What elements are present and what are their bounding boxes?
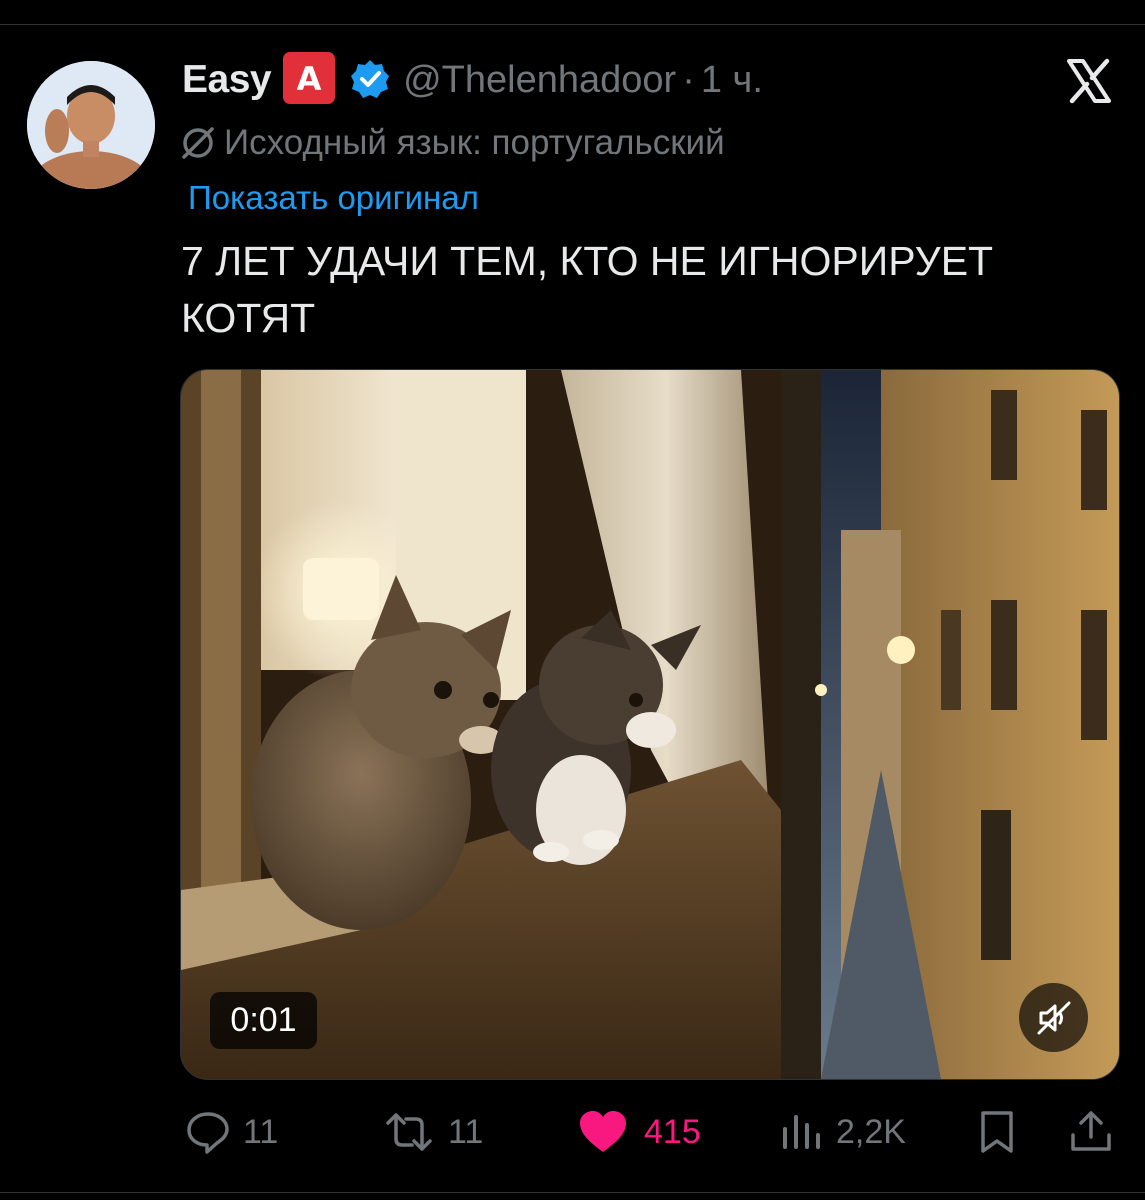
x-logo-icon[interactable] xyxy=(1065,57,1113,105)
tweet-header: Easy A @Thelenhadoor · 1 ч. xyxy=(182,52,763,105)
show-original-link[interactable]: Показать оригинал xyxy=(188,179,479,217)
like-count: 415 xyxy=(644,1112,701,1151)
author-name[interactable]: Easy xyxy=(182,58,272,102)
mute-icon xyxy=(1037,1001,1070,1034)
tweet-text: 7 ЛЕТ УДАЧИ ТЕМ, КТО НЕ ИГНОРИРУЕТ КОТЯТ xyxy=(181,238,994,341)
svg-text:A: A xyxy=(297,60,322,96)
author-handle[interactable]: @Thelenhadoor xyxy=(403,59,676,102)
verified-icon xyxy=(351,60,390,98)
separator-dot: · xyxy=(682,58,695,101)
repost-count: 11 xyxy=(448,1112,484,1151)
reply-count: 11 xyxy=(243,1112,279,1151)
bottom-divider xyxy=(0,1192,1145,1193)
avatar[interactable] xyxy=(27,61,155,189)
action-bar: 11 11 415 2,2K xyxy=(0,1100,1145,1164)
reply-button[interactable]: 11 xyxy=(185,1100,278,1164)
translate-icon xyxy=(182,127,214,159)
bookmark-button[interactable] xyxy=(975,1100,1019,1164)
timestamp[interactable]: 1 ч. xyxy=(701,59,763,102)
video-player[interactable]: 0:01 xyxy=(180,369,1120,1080)
reply-icon xyxy=(187,1112,229,1154)
translation-text: Исходный язык: португальский xyxy=(224,123,725,162)
mute-button[interactable] xyxy=(1019,983,1088,1052)
heart-icon xyxy=(580,1111,626,1152)
translation-note: Исходный язык: португальский xyxy=(180,123,725,163)
video-thumbnail xyxy=(181,370,1119,1079)
emoji-badge-a: A xyxy=(283,52,336,104)
views-button[interactable]: 2,2K xyxy=(780,1100,906,1164)
like-button[interactable]: 415 xyxy=(578,1100,701,1164)
views-count: 2,2K xyxy=(836,1112,906,1151)
views-icon xyxy=(783,1115,820,1149)
bookmark-icon xyxy=(981,1111,1013,1153)
repost-icon xyxy=(386,1113,432,1151)
share-icon xyxy=(1071,1111,1111,1151)
video-timer: 0:01 xyxy=(210,992,317,1049)
share-button[interactable] xyxy=(1068,1100,1114,1164)
top-divider xyxy=(0,0,1145,25)
repost-button[interactable]: 11 xyxy=(382,1100,483,1164)
